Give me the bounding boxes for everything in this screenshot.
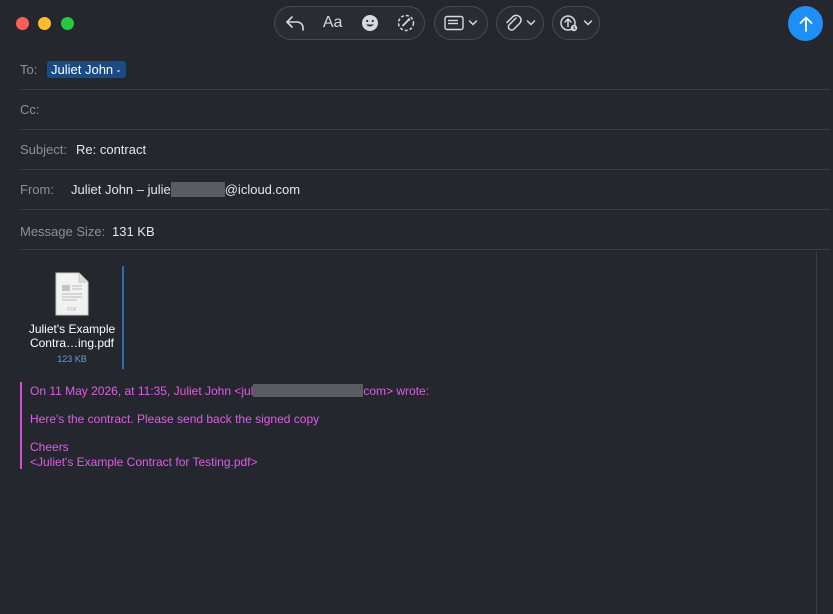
cc-label: Cc:: [20, 102, 40, 117]
quote-attachment-reference: <Juliet's Example Contract for Testing.p…: [30, 455, 258, 469]
to-field[interactable]: To: Juliet John ⌄: [20, 50, 830, 90]
pdf-file-icon: PDF: [55, 272, 89, 316]
attachment-name: Juliet's Example Contra…ing.pdf: [20, 322, 124, 350]
message-size-value: 131 KB: [112, 224, 155, 239]
chevron-down-icon: [583, 20, 593, 26]
message-size-label: Message Size:: [20, 224, 106, 239]
format-toolbar-group: Aa: [274, 6, 425, 40]
attachment-size: 123 KB: [57, 354, 87, 364]
subject-field[interactable]: Subject: Re: contract: [20, 130, 830, 170]
quote-message: Here's the contract. Please send back th…: [30, 412, 320, 426]
attachment-name-line1: Juliet's Example: [28, 322, 116, 336]
from-value-prefix: Juliet John – julie: [71, 182, 171, 197]
quoted-message: On 11 May 2026, at 11:35, Juliet John <j…: [20, 382, 522, 469]
message-size-field: Message Size: 131 KB: [20, 210, 830, 250]
redacted-block: [253, 384, 364, 397]
from-account-selector[interactable]: Juliet John – julie @icloud.com: [71, 182, 300, 197]
minimize-window-button[interactable]: [38, 17, 51, 30]
attachment-icon: [506, 14, 522, 31]
insert-photo-menu[interactable]: [552, 6, 600, 40]
send-icon: [799, 16, 812, 32]
to-label: To:: [20, 62, 38, 77]
header-fields-control: [435, 7, 487, 39]
send-button[interactable]: [788, 6, 823, 41]
chevron-down-icon: [468, 20, 478, 26]
emoji-button[interactable]: [352, 7, 388, 39]
insert-photo-control: [553, 7, 599, 39]
redacted-block: [170, 182, 225, 197]
font-button[interactable]: Aa: [313, 7, 353, 39]
photo-icon: [560, 15, 578, 32]
header-fields-icon: [444, 15, 464, 31]
recipient-token[interactable]: Juliet John ⌄: [47, 61, 126, 78]
quote-header-prefix: On 11 May 2026, at 11:35, Juliet John <j…: [30, 384, 254, 398]
zoom-window-button[interactable]: [61, 17, 74, 30]
chevron-down-icon: [526, 20, 536, 26]
from-label: From:: [20, 182, 54, 197]
quote-signoff: Cheers: [30, 440, 69, 454]
close-window-button[interactable]: [16, 17, 29, 30]
attach-file-control: [497, 7, 543, 39]
svg-text:PDF: PDF: [67, 307, 77, 313]
markup-button[interactable]: [388, 7, 424, 39]
emoji-icon: [362, 15, 379, 31]
quote-header-suffix: com> wrote:: [363, 384, 430, 398]
toolbar: Aa: [0, 0, 833, 50]
insertion-cursor: [122, 266, 124, 369]
subject-label: Subject:: [20, 142, 67, 157]
quote-header: On 11 May 2026, at 11:35, Juliet John <j…: [30, 384, 429, 398]
attach-file-menu[interactable]: [496, 6, 544, 40]
header-fields-menu[interactable]: [434, 6, 488, 40]
from-field[interactable]: From: Juliet John – julie @icloud.com: [20, 170, 830, 210]
reply-button[interactable]: [277, 7, 313, 39]
markup-icon: [397, 14, 415, 32]
scrollbar[interactable]: [816, 251, 831, 614]
mail-compose-window: Aa To: Juliet John ⌄ Cc: Subject: Re: co…: [0, 0, 833, 614]
attachment-item[interactable]: PDF Juliet's Example Contra…ing.pdf 123 …: [20, 270, 124, 368]
attachment-name-line2: Contra…ing.pdf: [29, 336, 115, 350]
from-value-suffix: @icloud.com: [224, 182, 301, 197]
chevron-down-icon: ⌄: [115, 65, 122, 74]
subject-value[interactable]: Re: contract: [76, 142, 146, 157]
recipient-name: Juliet John: [51, 62, 114, 77]
reply-icon: [286, 16, 304, 31]
cc-field[interactable]: Cc:: [20, 90, 830, 130]
